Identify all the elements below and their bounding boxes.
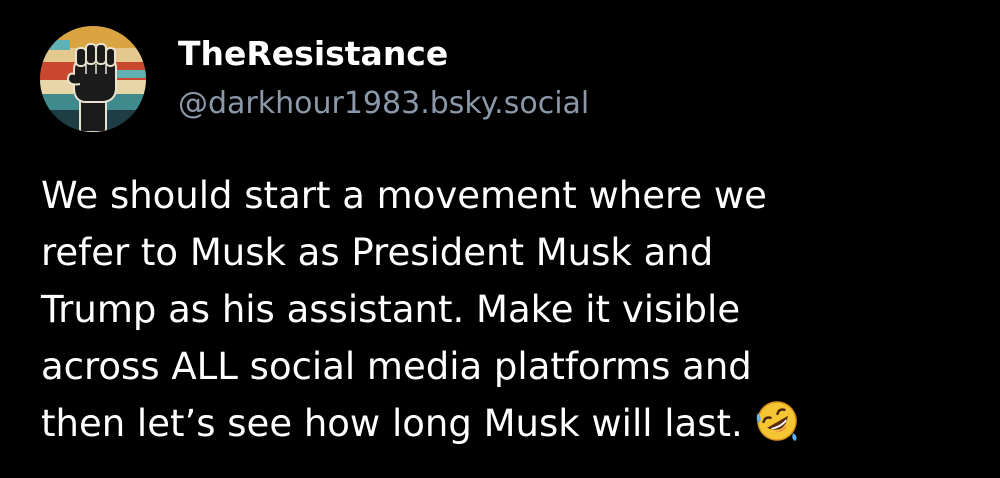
raised-fist-icon bbox=[40, 26, 146, 132]
post-text: We should start a movement where we refe… bbox=[41, 167, 991, 452]
avatar[interactable] bbox=[40, 26, 146, 132]
post-card: TheResistance @darkhour1983.bsky.social … bbox=[0, 0, 1000, 478]
post-text-line: across ALL social media platforms and bbox=[41, 345, 752, 388]
post-text-line: Trump as his assistant. Make it visible bbox=[41, 288, 741, 331]
post-header: TheResistance @darkhour1983.bsky.social bbox=[40, 24, 589, 134]
author-handle[interactable]: @darkhour1983.bsky.social bbox=[178, 82, 589, 126]
author-info: TheResistance @darkhour1983.bsky.social bbox=[178, 32, 589, 126]
post-text-line: refer to Musk as President Musk and bbox=[41, 231, 714, 274]
post-text-line-last: then let’s see how long Musk will last. bbox=[41, 395, 991, 452]
rolling-on-the-floor-laughing-icon bbox=[755, 399, 799, 443]
post-text-line: We should start a movement where we bbox=[41, 174, 767, 217]
post-text-line-content: then let’s see how long Musk will last. bbox=[41, 402, 743, 445]
author-display-name[interactable]: TheResistance bbox=[178, 32, 589, 76]
